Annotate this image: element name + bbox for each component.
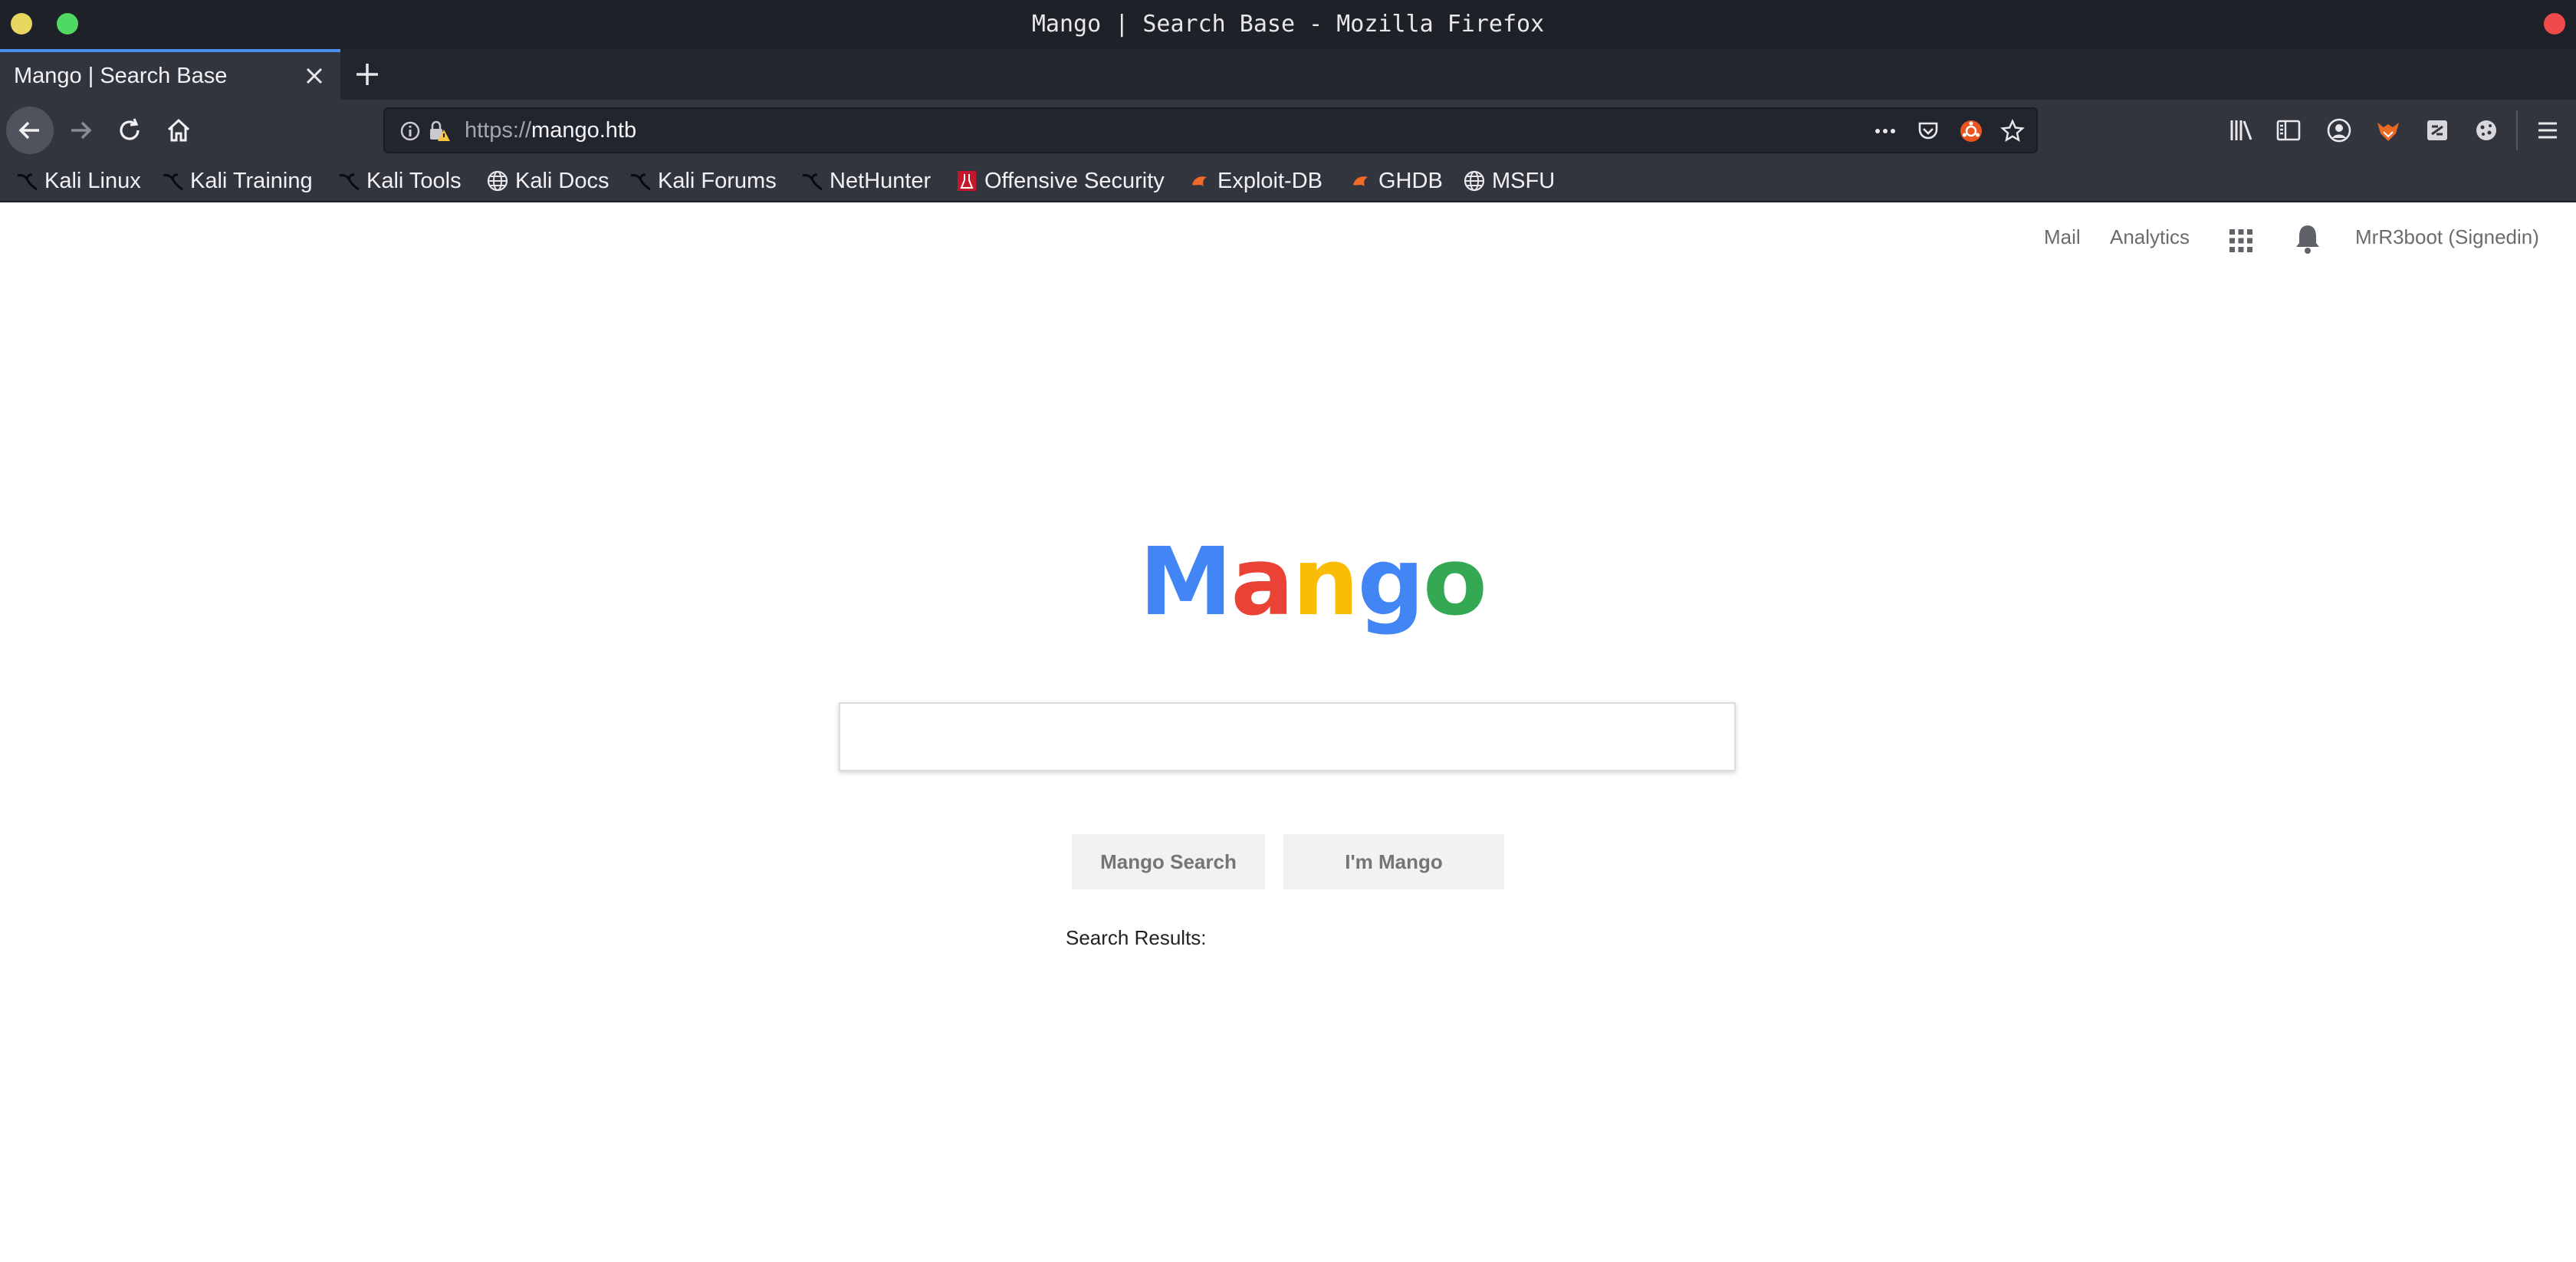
- extension-icon[interactable]: [2423, 116, 2452, 145]
- bookmark-label: Kali Docs: [515, 168, 610, 193]
- analytics-link[interactable]: Analytics: [2110, 225, 2190, 249]
- bookmark-label: Kali Linux: [44, 168, 141, 193]
- globe-icon: [486, 169, 509, 192]
- bookmark-label: Kali Tools: [366, 168, 462, 193]
- bookmark-kali-linux[interactable]: Kali Linux: [15, 161, 141, 201]
- sidebar-icon[interactable]: [2274, 116, 2303, 145]
- user-account-link[interactable]: MrR3boot (Signedin): [2355, 225, 2539, 249]
- bookmark-kali-training[interactable]: Kali Training: [161, 161, 313, 201]
- kali-dragon-icon: [337, 169, 360, 192]
- foxyproxy-icon[interactable]: [2374, 116, 2403, 145]
- url-text[interactable]: https://mango.htb: [465, 109, 636, 152]
- logo-letter: o: [1422, 527, 1487, 636]
- cookie-icon[interactable]: [2472, 116, 2501, 145]
- mango-logo: Mango: [1139, 532, 1487, 632]
- toolbar-separator: [2516, 110, 2518, 150]
- navigation-toolbar: https://mango.htb: [0, 100, 2576, 161]
- bookmark-kali-tools[interactable]: Kali Tools: [337, 161, 462, 201]
- url-scheme: https://: [465, 118, 532, 143]
- globe-icon: [1463, 169, 1486, 192]
- bookmark-nethunter[interactable]: NetHunter: [800, 161, 931, 201]
- bookmark-label: Exploit-DB: [1217, 168, 1322, 193]
- kali-dragon-icon: [15, 169, 38, 192]
- kali-dragon-icon: [629, 169, 652, 192]
- back-arrow-icon: [18, 121, 39, 140]
- bookmark-label: Offensive Security: [984, 168, 1165, 193]
- bookmark-label: NetHunter: [830, 168, 932, 193]
- bookmark-offensive-security[interactable]: Offensive Security: [955, 161, 1165, 201]
- mail-link[interactable]: Mail: [2044, 225, 2081, 249]
- forward-arrow-icon: [71, 121, 92, 140]
- apps-grid-icon[interactable]: [2226, 226, 2256, 255]
- bookmark-kali-forums[interactable]: Kali Forums: [629, 161, 777, 201]
- url-bar[interactable]: https://mango.htb: [383, 107, 2038, 153]
- bookmark-label: GHDB: [1378, 168, 1443, 193]
- logo-letter: a: [1230, 527, 1293, 636]
- tab-title: Mango | Search Base: [14, 64, 228, 88]
- account-icon[interactable]: [2325, 116, 2354, 145]
- bookmark-label: MSFU: [1492, 168, 1556, 193]
- bookmark-label: Kali Forums: [658, 168, 777, 193]
- reload-icon: [120, 118, 140, 140]
- bookmark-star-icon[interactable]: [1999, 118, 2026, 144]
- pocket-icon[interactable]: [1915, 118, 1941, 144]
- bookmark-label: Kali Training: [190, 168, 313, 193]
- hamburger-menu-icon[interactable]: [2533, 116, 2562, 145]
- back-button[interactable]: [6, 107, 54, 154]
- url-host: mango.htb: [531, 118, 637, 143]
- tab-strip: Mango | Search Base: [0, 49, 2576, 100]
- logo-letter: M: [1139, 527, 1232, 636]
- bookmarks-toolbar: Kali Linux Kali Training Kali Tools Kali…: [0, 161, 2576, 202]
- page-content: Mail Analytics MrR3boot (Signedin) Mango…: [0, 202, 2576, 1262]
- im-mango-button[interactable]: I'm Mango: [1283, 834, 1504, 889]
- window-title: Mango | Search Base - Mozilla Firefox: [1031, 11, 1545, 38]
- tab-mango-search-base[interactable]: Mango | Search Base: [0, 49, 340, 100]
- bookmark-kali-docs[interactable]: Kali Docs: [486, 161, 610, 201]
- logo-letter: n: [1292, 527, 1359, 636]
- ublock-icon[interactable]: [1958, 118, 1984, 144]
- new-tab-icon[interactable]: [354, 61, 380, 87]
- forward-button[interactable]: [57, 107, 104, 154]
- bookmark-exploit-db[interactable]: Exploit-DB: [1188, 161, 1322, 201]
- bookmark-msfu[interactable]: MSFU: [1463, 161, 1555, 201]
- close-window-button[interactable]: [2544, 13, 2565, 35]
- reload-button[interactable]: [106, 107, 153, 154]
- info-icon[interactable]: [397, 118, 423, 144]
- page-actions-icon[interactable]: [1872, 118, 1898, 144]
- mango-search-button[interactable]: Mango Search: [1072, 834, 1265, 889]
- kali-dragon-icon: [800, 169, 823, 192]
- insecure-lock-icon[interactable]: [426, 118, 452, 144]
- home-button[interactable]: [155, 107, 202, 154]
- window-titlebar: Mango | Search Base - Mozilla Firefox: [0, 0, 2576, 49]
- close-icon[interactable]: [304, 65, 325, 87]
- search-input[interactable]: [839, 702, 1736, 771]
- library-icon[interactable]: [2226, 116, 2256, 145]
- exploitdb-icon: [1349, 169, 1372, 192]
- home-icon: [167, 118, 190, 142]
- kali-dragon-icon: [161, 169, 184, 192]
- logo-letter: g: [1357, 527, 1424, 636]
- offsec-icon: [955, 169, 978, 192]
- search-results-label: Search Results:: [1066, 926, 1207, 949]
- exploitdb-icon: [1188, 169, 1211, 192]
- bookmark-ghdb[interactable]: GHDB: [1349, 161, 1443, 201]
- notification-bell-icon[interactable]: [2292, 222, 2323, 256]
